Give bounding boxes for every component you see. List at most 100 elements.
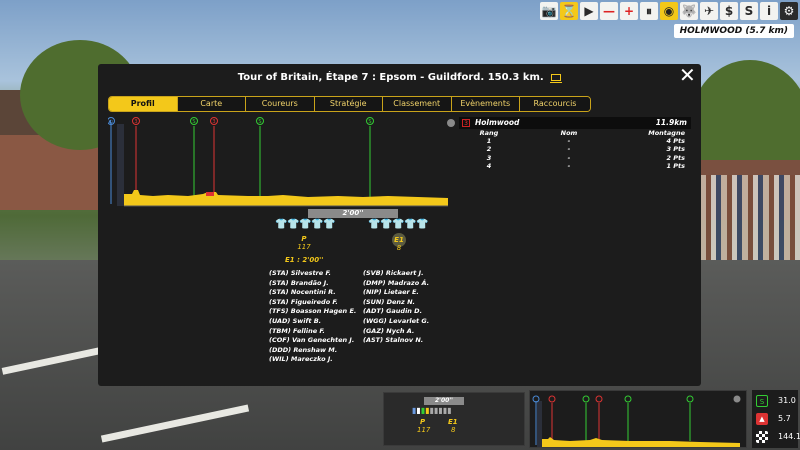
peloton-label: P [301,235,307,243]
col-header-rang: Rang [479,129,499,137]
rider-entry[interactable]: (GAZ) Nych A. [363,327,429,337]
rider-entry[interactable]: (STA) Figueiredo F. [269,298,356,308]
tab-strategie[interactable]: Stratégie [314,97,383,111]
rider-entry[interactable]: (WIL) Mareczko J. [269,355,356,365]
eye-icon[interactable]: ◉ [660,2,678,20]
rider-entry[interactable]: (UAD) Swift B. [269,317,356,327]
table-header-row: Rang Nom Montagne [459,129,691,137]
table-row: 4 - 1 Pts [459,162,691,170]
mini-breakaway-count: 8 [451,426,456,434]
camera-icon[interactable]: 📷 [540,2,558,20]
wolf-icon[interactable]: 🐺 [680,2,698,20]
s-icon[interactable]: S [740,2,758,20]
tab-coureurs[interactable]: Coureurs [246,97,315,111]
mini-toggle-dot[interactable] [733,395,741,403]
breakaway-count: 8 [396,244,402,252]
rider-entry[interactable]: (STA) Nocentini R. [269,288,356,298]
mini-peloton-label: P [420,418,426,426]
rider-list-left: (STA) Silvestre F. (STA) Brandão J. (STA… [269,269,356,365]
stage-profile-chart[interactable]: ◐ 3 S 3 S S [108,116,453,208]
points-cell: 2 Pts [666,153,685,162]
name-cell: - [567,153,571,162]
rank-cell: 1 [486,137,492,146]
mountain-points-table: Rang Nom Montagne 1 - 4 Pts 2 - 3 Pts 3 … [459,129,691,170]
rider-entry[interactable]: (TBM) Felline F. [269,327,356,337]
tab-carte[interactable]: Carte [177,97,246,111]
progress-column [117,124,124,206]
name-cell: - [567,137,571,146]
speed-plus-button[interactable]: + [620,2,638,20]
marker-label: S [192,119,195,125]
marker-label: ◐ [109,119,113,125]
gray-jersey-icon: 👕 [416,219,429,230]
hourglass-icon[interactable]: ⌛ [560,2,578,20]
play-button[interactable]: ▶ [580,2,598,20]
modal-title-text: Tour of Britain, Étape 7 : Epsom - Guild… [237,72,544,83]
rider-entry[interactable]: (ADT) Gaudin D. [363,307,429,317]
pause-button[interactable]: ⏸ [640,2,658,20]
rider-entry[interactable]: (COF) Van Genechten J. [269,336,356,346]
rider-entry[interactable]: (SVB) Rickaert J. [363,269,429,279]
rider-entry[interactable]: (STA) Silvestre F. [269,269,356,279]
rider-entry[interactable]: (STA) Brandão J. [269,279,356,289]
dollar-icon[interactable]: $ [720,2,738,20]
green-jersey-icon: 👕 [311,219,324,230]
rider-list-right: (SVB) Rickaert J. (DMP) Madrazo Á. (NIP)… [363,269,429,346]
close-button[interactable]: ✕ [679,65,696,85]
gray-jersey-icon: ▮▮▮▮▮ [429,406,452,415]
mini-profile-chart [532,395,741,447]
mini-profile-panel[interactable] [529,390,747,448]
speed-minus-button[interactable]: — [600,2,618,20]
climb-name: Holmwood [475,118,520,127]
mini-jerseys: ▮▮▮▮▮▮▮▮▮ [412,406,452,415]
table-row: 3 - 2 Pts [459,154,691,162]
climb-distance: 11.9km [655,118,687,127]
climb-stat: ▲ 5.7 [756,412,796,426]
tab-classement[interactable]: Classement [383,97,452,111]
helicopter-icon[interactable]: ✈ [700,2,718,20]
rider-entry[interactable]: (TFS) Boasson Hagen E. [269,307,356,317]
gray-jersey-icon: 👕 [380,219,393,230]
mini-groups-panel[interactable]: 2'00'' ▮▮▮▮▮▮▮▮▮ P 117 E1 8 [383,392,525,446]
elevation-profile [124,190,448,206]
tab-raccourcis[interactable]: Raccourcis clavier [520,97,590,111]
rider-entry[interactable]: (WGG) Levarlet G. [363,317,429,327]
monitor-icon [550,73,563,83]
rank-cell: 3 [486,153,492,162]
peloton-jerseys: 👕 👕 👕 👕 👕 [275,219,335,232]
gray-jersey-icon: 👕 [392,219,405,230]
rider-entry[interactable]: (DDD) Renshaw M. [269,346,356,356]
location-badge: HOLMWOOD (5.7 km) [673,24,794,38]
gray-jersey-icon: 👕 [404,219,417,230]
mountain-icon: ▲ [756,413,768,425]
rider-entry[interactable]: (NIP) Lietaer E. [363,288,429,298]
tab-evenements[interactable]: Evènements [451,97,520,111]
marker-label: 3 [212,119,215,125]
modal-title: Tour of Britain, Étape 7 : Epsom - Guild… [98,72,701,83]
col-header-montagne: Montagne [648,129,685,137]
rider-entry[interactable]: (SUN) Denz N. [363,298,429,308]
blue-jersey-icon: 👕 [275,219,288,230]
gray-jersey-icon: 👕 [368,219,381,230]
sprint-distance: 31.0 [778,396,796,405]
rider-entry[interactable]: (DMP) Madrazo Á. [363,279,429,289]
climb-marker-icon [595,395,603,403]
info-icon[interactable]: i [760,2,778,20]
marker-label: 3 [134,119,137,125]
tab-profil[interactable]: Profil [109,97,178,111]
sprint-marker-icon [582,395,590,403]
toggle-dot[interactable] [447,119,455,127]
mini-peloton-count: 117 [417,426,431,434]
climb-info-header: 3 Holmwood 11.9km [459,117,691,129]
sprint-marker-icon [624,395,632,403]
mini-gap-bar: 2'00'' [424,397,464,405]
sprint-stat: S 31.0 [756,394,796,408]
col-header-nom: Nom [560,129,578,137]
points-cell: 4 Pts [666,137,685,146]
rider-entry[interactable]: (AST) Stalnov N. [363,336,429,346]
marker-label: S [258,119,261,125]
gear-icon[interactable]: ⚙ [780,2,798,20]
name-cell: - [567,145,571,154]
climb-marker-icon [548,395,556,403]
breakaway-time: E1 : 2'00'' [285,256,324,264]
